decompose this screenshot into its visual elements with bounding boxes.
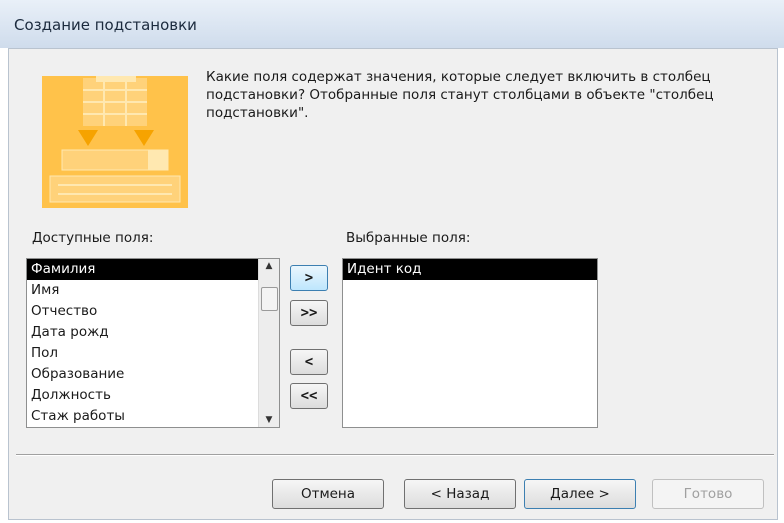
available-field-item[interactable]: Пол: [27, 343, 258, 364]
available-fields-scrollbar[interactable]: ▲ ▼: [258, 259, 279, 427]
available-fields-label: Доступные поля:: [32, 230, 154, 246]
next-button[interactable]: Далее >: [524, 479, 636, 509]
scroll-up-arrow-icon[interactable]: ▲: [263, 261, 275, 271]
available-field-item[interactable]: Дата рожд: [27, 322, 258, 343]
footer-divider: [16, 454, 774, 456]
window-title: Создание подстановки: [14, 16, 197, 34]
wizard-question: Какие поля содержат значения, которые сл…: [206, 69, 714, 121]
selected-fields-label: Выбранные поля:: [346, 230, 471, 246]
available-field-item[interactable]: Имя: [27, 280, 258, 301]
add-all-fields-button[interactable]: >>: [290, 300, 328, 326]
selected-fields-list[interactable]: Идент код: [342, 258, 598, 428]
title-bar: Создание подстановки: [0, 0, 784, 48]
available-field-item[interactable]: Фамилия: [27, 259, 258, 280]
finish-button: Готово: [652, 479, 764, 509]
cancel-button[interactable]: Отмена: [272, 479, 384, 509]
scroll-thumb[interactable]: [261, 287, 278, 311]
lookup-wizard-icon: [42, 76, 188, 208]
back-button[interactable]: < Назад: [404, 479, 516, 509]
remove-field-button[interactable]: <: [290, 349, 328, 375]
available-field-item[interactable]: Образование: [27, 364, 258, 385]
available-field-item[interactable]: Должность: [27, 385, 258, 406]
add-field-button[interactable]: >: [290, 265, 328, 291]
available-field-item[interactable]: Отчество: [27, 301, 258, 322]
remove-all-fields-button[interactable]: <<: [290, 383, 328, 409]
available-fields-list[interactable]: Фамилия Имя Отчество Дата рожд Пол Образовани…: [26, 258, 280, 428]
selected-field-item[interactable]: Идент код: [343, 259, 597, 280]
scroll-down-arrow-icon[interactable]: ▼: [263, 415, 275, 425]
available-field-item[interactable]: Стаж работы: [27, 406, 258, 427]
